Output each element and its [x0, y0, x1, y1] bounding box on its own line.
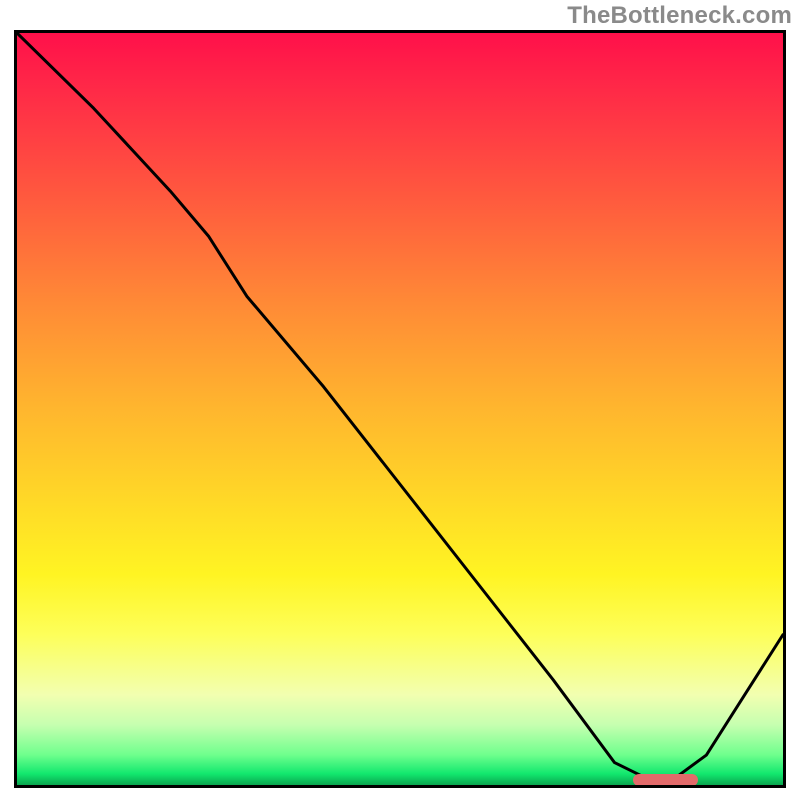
curve-path — [17, 33, 783, 778]
optimal-range-marker — [633, 774, 699, 786]
chart-stage: TheBottleneck.com — [0, 0, 800, 800]
watermark-text: TheBottleneck.com — [567, 2, 792, 30]
bottleneck-curve — [17, 33, 783, 785]
plot-area — [14, 30, 786, 788]
